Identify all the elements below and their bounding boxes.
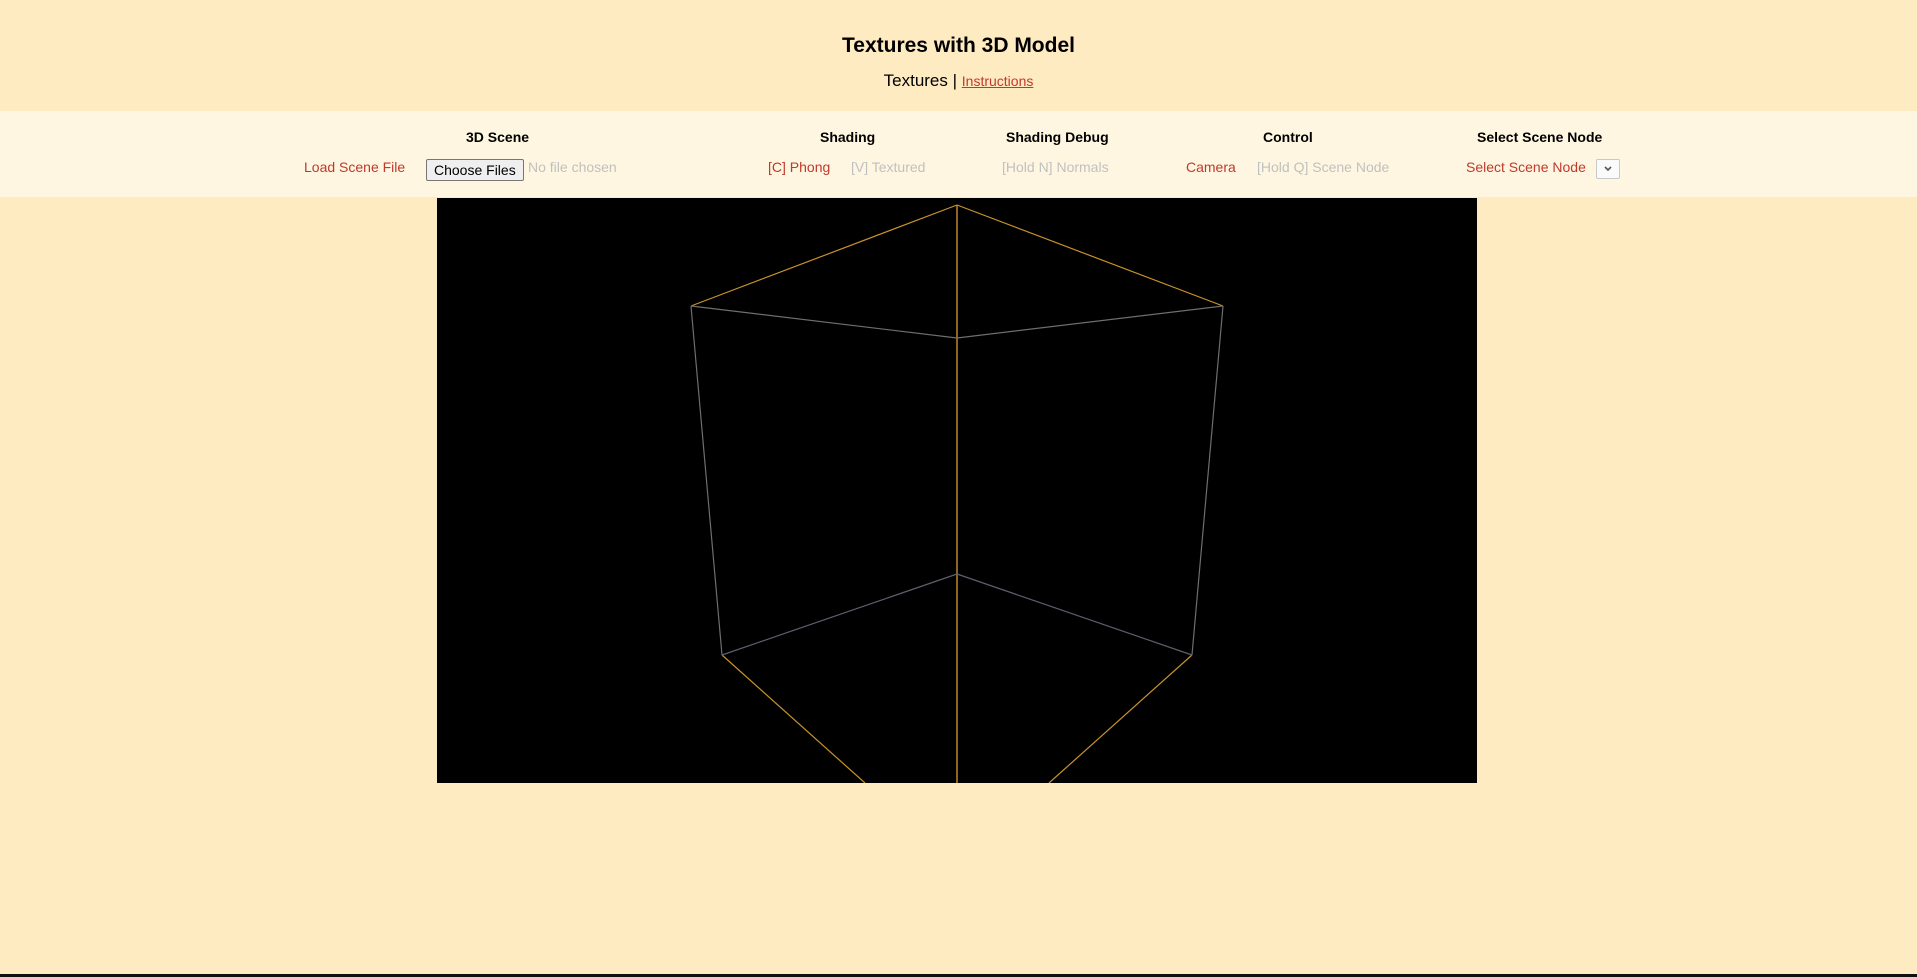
wireframe-edge xyxy=(956,305,1224,339)
wireframe-edge xyxy=(956,204,1224,307)
wireframe-edge xyxy=(690,305,723,656)
shading-debug-group-heading: Shading Debug xyxy=(1006,129,1109,145)
wireframe-model xyxy=(690,204,1224,783)
textured-shading-option[interactable]: [V] Textured xyxy=(851,158,925,176)
phong-shading-option[interactable]: [C] Phong xyxy=(768,158,830,176)
normals-debug-option[interactable]: [Hold N] Normals xyxy=(1002,158,1109,176)
wireframe-edge xyxy=(690,305,958,339)
breadcrumb: Textures | Instructions xyxy=(0,70,1917,92)
wireframe-edge xyxy=(721,573,958,656)
wireframe-edge xyxy=(1048,654,1193,783)
current-page-label: Textures xyxy=(883,71,948,90)
shading-group-heading: Shading xyxy=(820,129,876,145)
control-group-heading: Control xyxy=(1263,129,1313,145)
chevron-down-icon xyxy=(1604,166,1612,172)
instructions-link[interactable]: Instructions xyxy=(962,73,1034,89)
select-node-label: Select Scene Node xyxy=(1466,159,1586,175)
wireframe-edge xyxy=(1191,305,1224,656)
wireframe-edge xyxy=(690,204,958,307)
wireframe-edge xyxy=(721,654,866,783)
breadcrumb-separator: | xyxy=(947,71,962,90)
control-toolbar: 3D Scene Load Scene File Choose Files No… xyxy=(0,111,1917,197)
scene-node-control-option[interactable]: [Hold Q] Scene Node xyxy=(1257,158,1389,176)
page-title: Textures with 3D Model xyxy=(842,34,1075,57)
page-header: Textures with 3D Model Textures | Instru… xyxy=(0,0,1917,111)
choose-files-button[interactable]: Choose Files xyxy=(426,159,524,181)
camera-control-option[interactable]: Camera xyxy=(1186,158,1236,176)
3d-viewport-canvas[interactable] xyxy=(437,198,1477,783)
wireframe-edge xyxy=(956,573,1193,656)
file-status-text: No file chosen xyxy=(528,159,617,175)
load-scene-file-label[interactable]: Load Scene File xyxy=(304,158,405,176)
select-node-group-heading: Select Scene Node xyxy=(1477,129,1603,145)
scene-group-heading: 3D Scene xyxy=(466,129,530,145)
scene-node-select[interactable] xyxy=(1596,159,1620,179)
